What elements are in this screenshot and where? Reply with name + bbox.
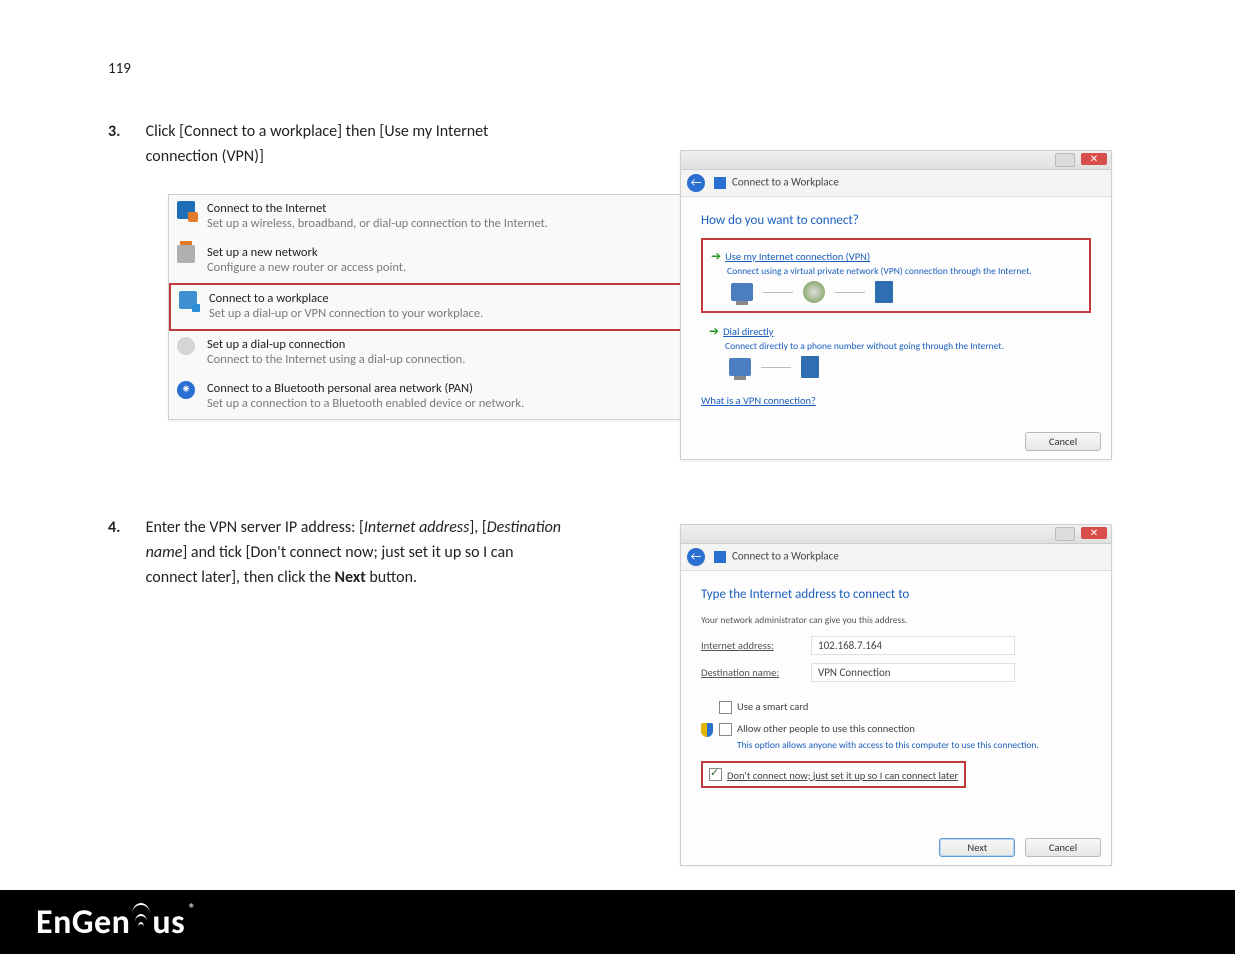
option-bluetooth[interactable]: ⁕ Connect to a Bluetooth personal area n…	[169, 375, 712, 419]
opt1-title: Connect to the Internet	[207, 201, 708, 216]
window-titlebar: ✕	[681, 525, 1111, 544]
close-icon[interactable]: ✕	[1081, 153, 1107, 165]
internet-address-label: Internet address:	[701, 639, 811, 652]
s4-c1: connect later], then click the	[146, 568, 335, 587]
brand-reg: ®	[189, 902, 196, 916]
option-connect-internet[interactable]: Connect to the Internet Set up a wireles…	[169, 195, 712, 239]
brand-logo: EnGenus ®	[36, 902, 196, 943]
brand-a: EnGen	[36, 902, 130, 943]
s4-a1: Enter the VPN server IP address: [	[146, 518, 364, 537]
step-4-text: Enter the VPN server IP address: [Intern…	[146, 516, 656, 590]
smart-card-checkbox[interactable]	[719, 701, 732, 714]
s4-em2: Destination	[487, 518, 561, 537]
pc-icon	[729, 358, 751, 376]
dash-icon	[835, 292, 865, 293]
minimize-icon[interactable]	[1055, 527, 1075, 541]
bluetooth-icon: ⁕	[177, 381, 195, 399]
step-3-num: 3.	[108, 120, 142, 145]
shield-icon	[701, 723, 713, 737]
option-setup-network[interactable]: Set up a new network Configure a new rou…	[169, 239, 712, 283]
opt5-sub: Set up a connection to a Bluetooth enabl…	[207, 396, 708, 411]
s4-next: Next	[335, 568, 366, 587]
minimize-icon[interactable]	[1055, 153, 1075, 167]
step-3: 3. Click [Connect to a workplace] then […	[108, 120, 668, 170]
what-is-vpn-link[interactable]: What is a VPN connection?	[701, 394, 1091, 407]
s4-b: ] and tick [Don't connect now; just set …	[182, 543, 513, 562]
connection-options-panel: Connect to the Internet Set up a wireles…	[168, 194, 713, 420]
internet-icon	[177, 201, 195, 219]
dialup-icon	[177, 337, 195, 355]
use-vpn-title: Use my Internet connection (VPN)	[725, 250, 870, 263]
destination-name-label: Destination name:	[701, 666, 811, 679]
arrow-icon: ➔	[711, 250, 721, 264]
s4-c2: button.	[366, 568, 417, 587]
dont-connect-now-checkbox[interactable]	[709, 768, 722, 781]
dial-sub: Connect directly to a phone number witho…	[725, 340, 1083, 352]
step-3-line-1: Click [Connect to a workplace] then [Use…	[146, 122, 489, 141]
back-icon[interactable]: ←	[687, 548, 705, 566]
pc-icon	[731, 283, 753, 301]
building-icon	[801, 356, 819, 378]
option-use-vpn[interactable]: ➔ Use my Internet connection (VPN) Connec…	[701, 238, 1091, 313]
opt4-sub: Connect to the Internet using a dial-up …	[207, 352, 708, 367]
window-app-icon	[714, 177, 726, 189]
cancel-button[interactable]: Cancel	[1025, 838, 1101, 857]
dash-icon	[761, 367, 791, 368]
back-icon[interactable]: ←	[687, 174, 705, 192]
opt3-sub: Set up a dial-up or VPN connection to yo…	[209, 306, 706, 321]
globe-icon	[803, 281, 825, 303]
step-4: 4. Enter the VPN server IP address: [Int…	[108, 516, 668, 590]
arrow-icon: ➔	[709, 325, 719, 339]
window-header: ← Connect to a Workplace	[681, 544, 1111, 571]
dash-icon	[763, 292, 793, 293]
s4-a2: ], [	[469, 518, 486, 537]
opt1-sub: Set up a wireless, broadband, or dial-up…	[207, 216, 708, 231]
wifi-icon	[132, 903, 150, 927]
address-sub: Your network administrator can give you …	[701, 614, 1091, 626]
brand-b: us	[152, 902, 185, 943]
opt5-title: Connect to a Bluetooth personal area net…	[207, 381, 708, 396]
opt4-title: Set up a dial-up connection	[207, 337, 708, 352]
allow-others-checkbox[interactable]	[719, 723, 732, 736]
internet-address-input[interactable]: 102.168.7.164	[811, 636, 1015, 655]
option-dial-directly[interactable]: ➔ Dial directly Connect directly to a pho…	[701, 313, 1091, 386]
building-icon	[875, 281, 893, 303]
step-4-num: 4.	[108, 516, 142, 541]
window-header: ← Connect to a Workplace	[681, 170, 1111, 197]
page-number: 119	[108, 60, 131, 78]
allow-others-sub: This option allows anyone with access to…	[737, 739, 1091, 751]
dialog-connect-workplace-method: ✕ ← Connect to a Workplace How do you wa…	[680, 150, 1112, 460]
cancel-button[interactable]: Cancel	[1025, 432, 1101, 451]
address-heading: Type the Internet address to connect to	[701, 587, 1091, 602]
window-title: Connect to a Workplace	[732, 176, 839, 189]
connect-question: How do you want to connect?	[701, 213, 1091, 228]
window-app-icon	[714, 551, 726, 563]
destination-name-input[interactable]: VPN Connection	[811, 663, 1015, 682]
s4-em3: name	[146, 543, 183, 562]
opt2-title: Set up a new network	[207, 245, 708, 260]
dial-diagram	[709, 352, 1083, 384]
workplace-icon	[179, 291, 197, 309]
next-button[interactable]: Next	[939, 838, 1015, 857]
allow-others-label: Allow other people to use this connectio…	[737, 722, 915, 735]
dialog-type-address: ✕ ← Connect to a Workplace Type the Inte…	[680, 524, 1112, 866]
window-title: Connect to a Workplace	[732, 550, 839, 563]
brand-footer: EnGenus ®	[0, 890, 1235, 954]
router-icon	[177, 245, 195, 263]
option-dialup[interactable]: Set up a dial-up connection Connect to t…	[169, 331, 712, 375]
option-connect-workplace[interactable]: Connect to a workplace Set up a dial-up …	[169, 283, 712, 331]
vpn-diagram	[711, 277, 1081, 309]
dont-connect-now-label: Don't connect now; just set it up so I c…	[727, 769, 958, 782]
opt2-sub: Configure a new router or access point.	[207, 260, 708, 275]
dial-title: Dial directly	[723, 325, 773, 338]
smart-card-label: Use a smart card	[737, 700, 808, 713]
close-icon[interactable]: ✕	[1081, 527, 1107, 539]
s4-em1: Internet address	[364, 518, 469, 537]
window-titlebar: ✕	[681, 151, 1111, 170]
step-3-text: Click [Connect to a workplace] then [Use…	[146, 120, 656, 170]
step-3-line-2: connection (VPN)]	[146, 147, 264, 166]
use-vpn-sub: Connect using a virtual private network …	[727, 265, 1081, 277]
opt3-title: Connect to a workplace	[209, 291, 706, 306]
